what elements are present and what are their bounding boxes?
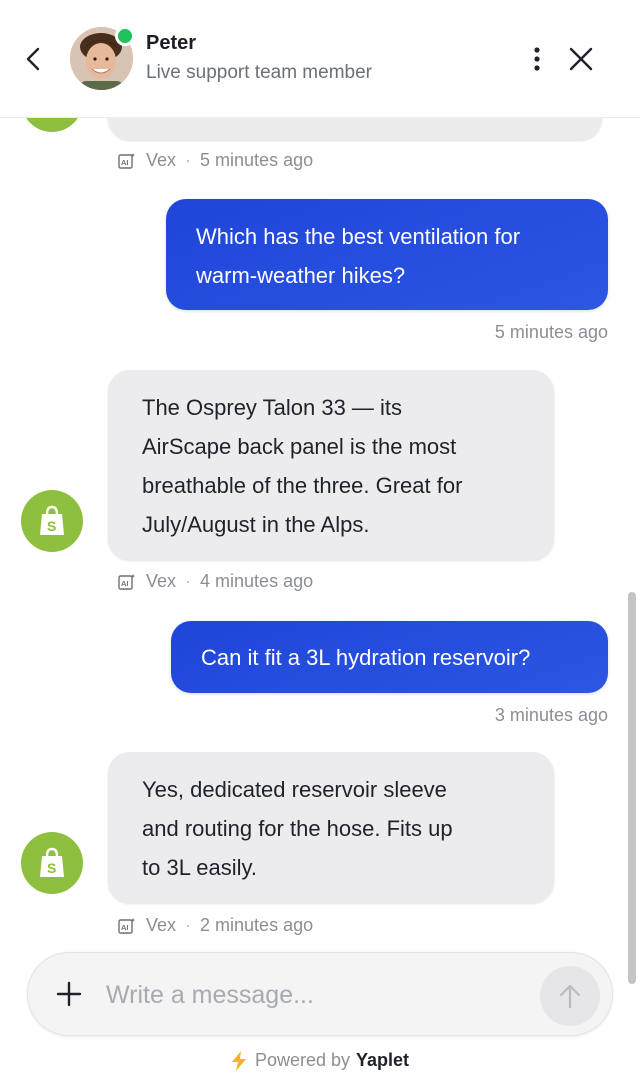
message-author: Vex [146, 571, 177, 591]
message-time: 5 minutes ago [494, 322, 608, 342]
shopping-bag-icon: S [40, 847, 64, 877]
message-text-line: to 3L easily. [142, 855, 257, 880]
ai-icon: AI [118, 152, 136, 170]
bot-message-bubble [108, 118, 602, 140]
lightning-icon [231, 1050, 247, 1071]
agent-name: Peter [146, 32, 197, 54]
svg-text:AI: AI [121, 923, 129, 932]
ai-icon: AI [118, 573, 136, 591]
online-status-dot [115, 26, 135, 46]
svg-text:AI: AI [121, 579, 129, 588]
message-author: Vex [146, 150, 177, 170]
message-meta: AI Vex · 4 minutes ago [118, 571, 313, 592]
more-options-button[interactable] [524, 44, 550, 74]
message-author: Vex [146, 915, 177, 935]
close-button[interactable] [564, 42, 598, 76]
powered-by-label: Powered by [254, 1050, 351, 1070]
powered-by-brand[interactable]: Yaplet [356, 1050, 409, 1071]
user-message-bubble: Which has the best ventilation for warm-… [166, 199, 608, 310]
message-time: 4 minutes ago [200, 571, 314, 591]
arrow-up-icon [559, 984, 581, 1009]
bot-avatar: S [21, 832, 83, 894]
message-text-line: AirScape back panel is the most [142, 434, 457, 459]
message-text-line: Can it fit a 3L hydration reservoir? [201, 645, 531, 670]
send-button[interactable] [540, 966, 600, 1026]
ai-icon: AI [118, 917, 136, 935]
message-time: 3 minutes ago [494, 705, 608, 725]
svg-text:AI: AI [121, 158, 129, 167]
message-meta: AI Vex · 2 minutes ago [118, 915, 313, 936]
message-text-line: The Osprey Talon 33 — its [142, 395, 403, 420]
message-text-line: warm-weather hikes? [196, 263, 406, 288]
message-text-line: and routing for the hose. Fits up [142, 816, 453, 841]
back-button[interactable] [18, 44, 48, 74]
bot-avatar: S [21, 490, 83, 552]
plus-icon [56, 981, 82, 1007]
agent-avatar-wrap [70, 26, 135, 90]
agent-role: Live support team member [146, 62, 372, 83]
message-time: 2 minutes ago [200, 915, 314, 935]
message-composer [27, 952, 613, 1036]
bot-message-bubble: Yes, dedicated reservoir sleeve and rout… [108, 752, 554, 903]
chat-header: Peter Live support team member [0, 0, 640, 118]
message-text-line: Yes, dedicated reservoir sleeve [142, 777, 447, 802]
bot-avatar [21, 118, 83, 132]
message-text-line: July/August in the Alps. [142, 512, 370, 537]
close-icon [569, 47, 593, 71]
chevron-left-icon [26, 47, 40, 71]
chat-scrollbar[interactable] [628, 592, 636, 984]
svg-text:S: S [47, 860, 56, 876]
message-text-line: Which has the best ventilation for [196, 224, 521, 249]
message-time: 5 minutes ago [200, 150, 314, 170]
attach-button[interactable] [54, 979, 84, 1009]
shopping-bag-icon: S [40, 505, 64, 535]
user-message-bubble: Can it fit a 3L hydration reservoir? [171, 621, 608, 693]
message-input[interactable] [106, 973, 526, 1017]
message-text-line: breathable of the three. Great for [142, 473, 463, 498]
chat-thread[interactable]: AI Vex · 5 minutes ago Which has the bes… [0, 118, 640, 948]
vertical-dots-icon [534, 47, 540, 71]
powered-by: Powered by Yaplet [0, 1050, 640, 1071]
bot-message-bubble: The Osprey Talon 33 — its AirScape back … [108, 370, 554, 560]
svg-text:S: S [47, 518, 56, 534]
message-meta: AI Vex · 5 minutes ago [118, 150, 313, 171]
